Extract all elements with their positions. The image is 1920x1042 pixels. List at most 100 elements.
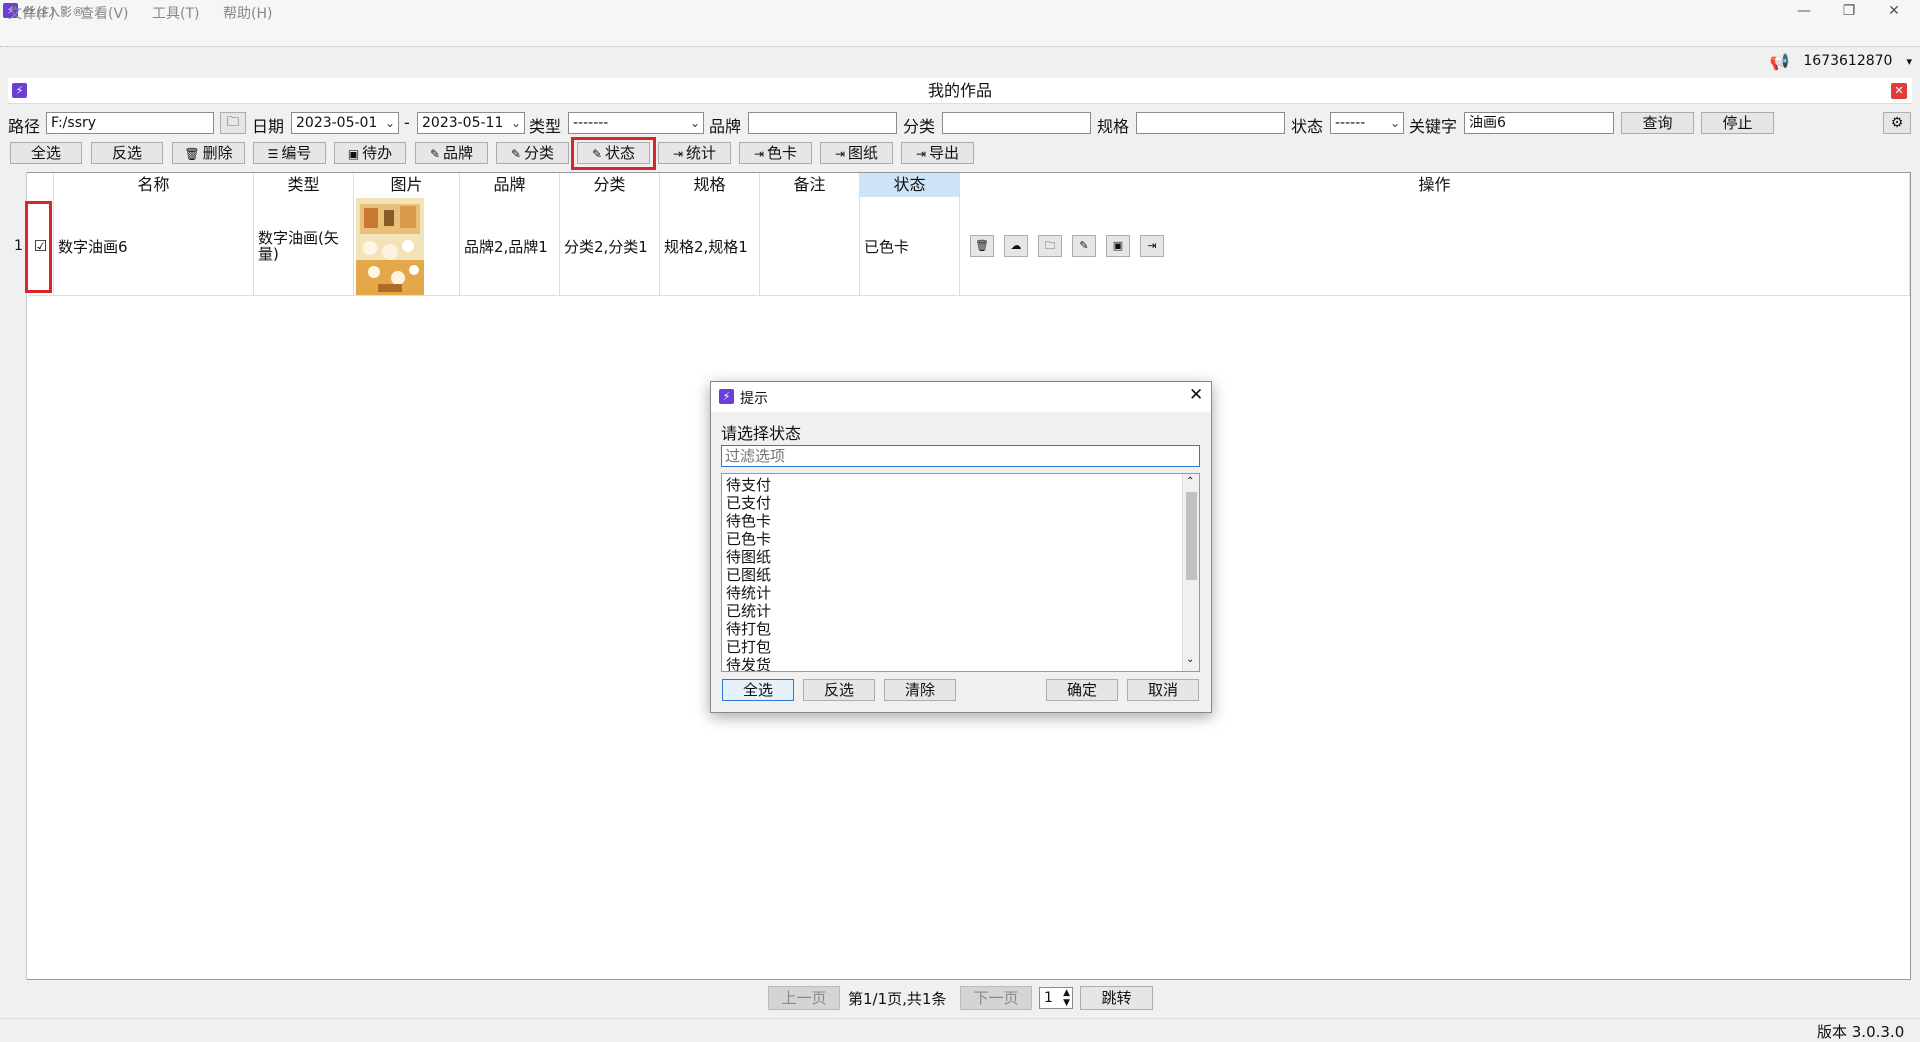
stop-button[interactable]: 停止 (1701, 112, 1774, 134)
menu-file[interactable]: 文件(F) (8, 3, 55, 23)
list-item[interactable]: 待统计 (722, 584, 1199, 602)
user-id[interactable]: 1673612870 (1803, 53, 1892, 69)
artwork-thumbnail[interactable] (356, 197, 424, 295)
path-input[interactable]: F:/ssry (46, 112, 214, 134)
status-select[interactable]: ------ ⌄ (1330, 112, 1404, 134)
pencil-icon: ✎ (429, 147, 441, 161)
column-header-spec[interactable]: 规格 (660, 173, 760, 197)
status-options-list[interactable]: 待支付 已支付 待色卡 已色卡 待图纸 已图纸 待统计 已统计 待打包 已打包 … (721, 473, 1200, 672)
column-header-category[interactable]: 分类 (560, 173, 660, 197)
chevron-up-icon[interactable]: ⌃ (1186, 476, 1194, 487)
cell-category[interactable]: 分类2,分类1 (560, 197, 660, 296)
color-card-button[interactable]: ⇥ 色卡 (739, 142, 812, 164)
list-item[interactable]: 已打包 (722, 638, 1199, 656)
column-header-actions[interactable]: 操作 (960, 173, 1910, 197)
category-input[interactable] (942, 112, 1091, 134)
keyword-label: 关键字 (1409, 117, 1458, 136)
chevron-down-icon: ⌄ (510, 116, 521, 130)
menu-help[interactable]: 帮助(H) (223, 3, 272, 23)
window-close-button[interactable]: ✕ (1872, 0, 1916, 22)
cell-spec[interactable]: 规格2,规格1 (660, 197, 760, 296)
list-item[interactable]: 待发货 (722, 656, 1199, 671)
list-scrollbar[interactable]: ⌃ ⌄ (1182, 474, 1199, 671)
next-page-button[interactable]: 下一页 (960, 986, 1032, 1010)
list-item[interactable]: 待支付 (722, 476, 1199, 494)
minimize-button[interactable]: — (1782, 0, 1826, 22)
panel-close-icon[interactable]: ✕ (1891, 83, 1907, 99)
cell-status[interactable]: 已色卡 (860, 197, 960, 296)
restore-button[interactable]: ❐ (1827, 0, 1871, 22)
status-select-dialog: ⚡ 提示 ✕ 请选择状态 待支付 已支付 待色卡 已色卡 待图纸 已图纸 待统计… (710, 381, 1212, 713)
number-button[interactable]: ☰ 编号 (253, 142, 326, 164)
list-item[interactable]: 待打包 (722, 620, 1199, 638)
list-item[interactable]: 已色卡 (722, 530, 1199, 548)
todo-row-button[interactable]: ▣ (1106, 235, 1130, 257)
chevron-down-icon[interactable]: ⌄ (1186, 654, 1194, 665)
scrollbar-thumb[interactable] (1186, 492, 1197, 580)
export-button[interactable]: ⇥ 导出 (901, 142, 974, 164)
cell-note[interactable] (760, 197, 860, 296)
drawing-button[interactable]: ⇥ 图纸 (820, 142, 893, 164)
query-button[interactable]: 查询 (1621, 112, 1694, 134)
dialog-ok-button[interactable]: 确定 (1046, 679, 1118, 701)
cell-name[interactable]: 数字油画6 (54, 197, 254, 296)
date-from-picker[interactable]: 2023-05-01 ⌄ (291, 112, 399, 134)
column-header-brand[interactable]: 品牌 (460, 173, 560, 197)
spinner-icon[interactable]: ▲ ▼ (1063, 988, 1070, 1008)
cell-image[interactable] (354, 197, 460, 296)
column-header-name[interactable]: 名称 (54, 173, 254, 197)
jump-button[interactable]: 跳转 (1080, 986, 1153, 1010)
dialog-invert-button[interactable]: 反选 (803, 679, 875, 701)
todo-button[interactable]: ▣ 待办 (334, 142, 406, 164)
column-header-image[interactable]: 图片 (354, 173, 460, 197)
filter-input[interactable] (721, 445, 1200, 467)
date-label: 日期 (252, 117, 285, 136)
settings-button[interactable]: ⚙ (1883, 112, 1911, 134)
cell-brand[interactable]: 品牌2,品牌1 (460, 197, 560, 296)
select-all-button[interactable]: 全选 (10, 142, 82, 164)
export-row-button[interactable]: ⇥ (1140, 235, 1164, 257)
open-folder-row-button[interactable]: 🗀 (1038, 235, 1062, 257)
brand-input[interactable] (748, 112, 897, 134)
page-number-stepper[interactable]: 1 ▲ ▼ (1039, 987, 1073, 1009)
dialog-cancel-button[interactable]: 取消 (1127, 679, 1199, 701)
list-item[interactable]: 已统计 (722, 602, 1199, 620)
list-item[interactable]: 待色卡 (722, 512, 1199, 530)
type-select[interactable]: ------- ⌄ (568, 112, 704, 134)
stats-button[interactable]: ⇥ 统计 (658, 142, 731, 164)
date-to-picker[interactable]: 2023-05-11 ⌄ (417, 112, 525, 134)
folder-button[interactable]: 🗀 (220, 112, 246, 134)
list-item[interactable]: 已图纸 (722, 566, 1199, 584)
top-toolbar (0, 46, 1920, 78)
status-btn-label: 状态 (605, 144, 636, 162)
menu-view[interactable]: 查看(V) (80, 3, 129, 23)
column-header-type[interactable]: 类型 (254, 173, 354, 197)
path-label: 路径 (8, 117, 41, 136)
invert-button[interactable]: 反选 (91, 142, 163, 164)
brand-button[interactable]: ✎ 品牌 (415, 142, 488, 164)
prev-page-button[interactable]: 上一页 (768, 986, 840, 1010)
pencil-icon: ✎ (591, 147, 603, 161)
delete-row-button[interactable]: 🗑 (970, 235, 994, 257)
export-label: 导出 (929, 144, 960, 162)
edit-row-button[interactable]: ✎ (1072, 235, 1096, 257)
chevron-down-icon[interactable]: ▾ (1906, 55, 1912, 68)
dialog-select-all-button[interactable]: 全选 (722, 679, 794, 701)
keyword-input[interactable]: 油画6 (1464, 112, 1614, 134)
brand-label: 品牌 (709, 117, 742, 136)
megaphone-icon[interactable]: 📢 (1769, 52, 1789, 71)
column-header-note[interactable]: 备注 (760, 173, 860, 197)
list-item[interactable]: 待图纸 (722, 548, 1199, 566)
delete-button[interactable]: 🗑 删除 (172, 142, 245, 164)
list-item[interactable]: 已支付 (722, 494, 1199, 512)
cloud-row-button[interactable]: ☁ (1004, 235, 1028, 257)
dialog-clear-button[interactable]: 清除 (884, 679, 956, 701)
category-button[interactable]: ✎ 分类 (496, 142, 569, 164)
column-header-status[interactable]: 状态 (860, 173, 960, 197)
menu-tools[interactable]: 工具(T) (152, 3, 199, 23)
close-icon[interactable]: ✕ (1189, 385, 1203, 405)
dialog-logo-icon: ⚡ (719, 389, 734, 404)
spec-input[interactable] (1136, 112, 1285, 134)
status-button[interactable]: ✎ 状态 (577, 142, 650, 164)
cell-type[interactable]: 数字油画(矢量) (254, 197, 354, 296)
